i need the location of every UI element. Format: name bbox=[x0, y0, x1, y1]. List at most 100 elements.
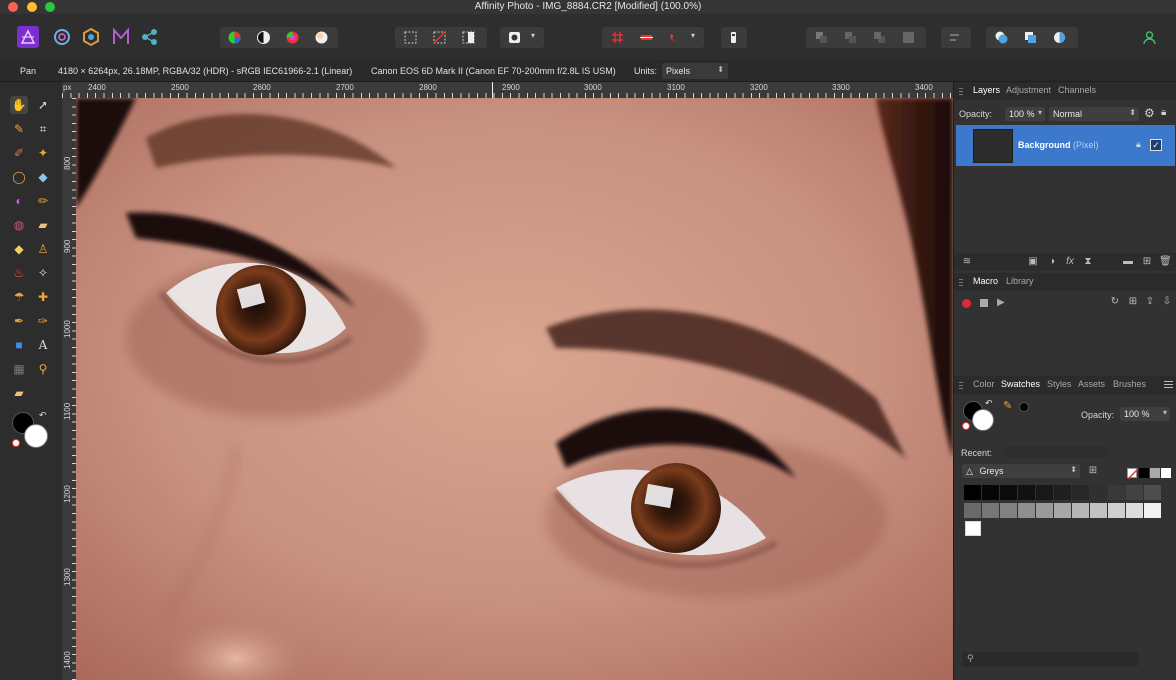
pen-tool-icon[interactable]: ✑ bbox=[34, 312, 52, 330]
grey-swatch[interactable] bbox=[1054, 485, 1071, 500]
swatch-swap-icon[interactable]: ↶ bbox=[985, 398, 993, 409]
subtract-shape-icon[interactable] bbox=[1023, 30, 1038, 45]
erase-brush-tool-icon[interactable]: ▰ bbox=[34, 216, 52, 234]
layer-opacity-field[interactable]: 100 % ▾ bbox=[1005, 107, 1045, 121]
crop-tool-icon[interactable]: ⌗ bbox=[34, 120, 52, 138]
grey-swatch[interactable] bbox=[1090, 485, 1107, 500]
snapping-dropdown-icon[interactable]: ▾ bbox=[691, 31, 695, 40]
tone-mapping-persona-icon[interactable] bbox=[110, 26, 132, 48]
tab-macro[interactable]: Macro bbox=[973, 276, 998, 286]
clear-macro-icon[interactable]: ↻ bbox=[1109, 296, 1121, 308]
freehand-selection-tool-icon[interactable]: ◯ bbox=[10, 168, 28, 186]
layer-stack-icon[interactable]: ≋ bbox=[961, 256, 973, 268]
export-persona-icon[interactable] bbox=[139, 26, 161, 48]
move-to-front-icon[interactable] bbox=[901, 30, 916, 45]
grey-swatch[interactable] bbox=[1126, 503, 1143, 518]
move-tool-icon[interactable]: ➚ bbox=[34, 96, 52, 114]
swatch-none-icon[interactable] bbox=[962, 422, 970, 430]
black-swatch[interactable] bbox=[1139, 468, 1149, 478]
grey-swatch[interactable] bbox=[1144, 485, 1161, 500]
red-eye-tool-icon[interactable]: ✒ bbox=[10, 312, 28, 330]
live-filter-icon[interactable]: ⧗ bbox=[1082, 256, 1094, 268]
stop-macro-icon[interactable] bbox=[980, 299, 988, 307]
grey-swatch[interactable] bbox=[1054, 503, 1071, 518]
select-all-icon[interactable] bbox=[403, 30, 418, 45]
color-picker-tool-icon[interactable]: ✎ bbox=[10, 120, 28, 138]
flood-fill-tool-icon[interactable]: ◆ bbox=[34, 168, 52, 186]
move-back-one-icon[interactable] bbox=[843, 30, 858, 45]
import-macro-icon[interactable]: ⇩ bbox=[1161, 296, 1173, 308]
move-to-back-icon[interactable] bbox=[814, 30, 829, 45]
align-icon[interactable] bbox=[948, 30, 963, 45]
grey-swatch[interactable] bbox=[1072, 503, 1089, 518]
trash-icon[interactable]: 🗑︎ bbox=[1159, 256, 1172, 268]
swatch-secondary-color[interactable] bbox=[972, 409, 994, 431]
grey-swatch[interactable] bbox=[1090, 503, 1107, 518]
grey-swatch[interactable] bbox=[964, 485, 981, 500]
grey-swatch[interactable] bbox=[1000, 503, 1017, 518]
tab-swatches[interactable]: Swatches bbox=[1001, 379, 1040, 389]
move-forward-one-icon[interactable] bbox=[872, 30, 887, 45]
tab-styles[interactable]: Styles bbox=[1047, 379, 1072, 389]
grey-swatch[interactable] bbox=[964, 503, 981, 518]
text-tool-icon[interactable]: A bbox=[34, 336, 52, 354]
layer-row-background[interactable]: Background (Pixel) 🔒︎ ✓ bbox=[956, 125, 1175, 166]
vertical-ruler[interactable]: 800 900 1000 1100 1200 1300 1400 bbox=[62, 98, 76, 680]
tab-color[interactable]: Color bbox=[973, 379, 995, 389]
healing-brush-tool-icon[interactable]: ✚ bbox=[34, 288, 52, 306]
pan-tool-icon[interactable]: ✋ bbox=[10, 96, 28, 114]
paint-brush-tool-icon[interactable]: ✏ bbox=[34, 192, 52, 210]
grey-swatch[interactable] bbox=[1018, 503, 1035, 518]
develop-persona-icon[interactable] bbox=[80, 26, 102, 48]
mask-layer-icon[interactable]: ▣ bbox=[1027, 256, 1039, 268]
white-swatch[interactable] bbox=[1161, 468, 1171, 478]
tab-channels[interactable]: Channels bbox=[1058, 85, 1096, 95]
patch-tool-icon[interactable]: ▰ bbox=[10, 384, 28, 402]
inpainting-brush-tool-icon[interactable]: ☂ bbox=[10, 288, 28, 306]
secondary-color-swatch[interactable] bbox=[24, 424, 48, 448]
layer-lock-icon[interactable]: 🔒︎ bbox=[1136, 139, 1141, 150]
liquify-persona-icon[interactable] bbox=[51, 26, 73, 48]
recent-white-swatch[interactable] bbox=[965, 521, 981, 536]
gradient-tool-icon[interactable]: ◐ bbox=[10, 192, 28, 210]
selection-brush-tool-icon[interactable]: ✐ bbox=[10, 144, 28, 162]
tab-assets[interactable]: Assets bbox=[1078, 379, 1105, 389]
tab-library[interactable]: Library bbox=[1006, 276, 1034, 286]
swap-colors-icon[interactable]: ↶ bbox=[39, 410, 47, 421]
adjustment-layer-icon[interactable]: ◑ bbox=[1046, 256, 1058, 268]
grey-swatch[interactable] bbox=[1036, 503, 1053, 518]
zoom-tool-icon[interactable]: ⚲ bbox=[34, 360, 52, 378]
add-pixel-layer-icon[interactable]: ⊞ bbox=[1141, 256, 1153, 268]
play-macro-icon[interactable]: ▶ bbox=[997, 297, 1005, 308]
grey-swatch[interactable] bbox=[1144, 503, 1161, 518]
snapping-magnet-icon[interactable] bbox=[668, 30, 683, 45]
grey-swatch[interactable] bbox=[1126, 485, 1143, 500]
palette-select[interactable]: △ Greys ⬍ bbox=[962, 464, 1080, 478]
photo-persona-icon[interactable] bbox=[17, 26, 39, 48]
invert-selection-icon[interactable] bbox=[461, 30, 476, 45]
quick-mask-icon[interactable] bbox=[507, 30, 522, 45]
swatch-search-input[interactable]: ⚲ bbox=[962, 652, 1138, 667]
swatch-opacity-field[interactable]: 100 % ▾ bbox=[1120, 407, 1170, 421]
assistant-icon[interactable] bbox=[726, 30, 741, 45]
gear-icon[interactable]: ⚙ bbox=[1144, 106, 1155, 120]
grey-swatch[interactable] bbox=[982, 485, 999, 500]
clone-brush-tool-icon[interactable]: ♙ bbox=[34, 240, 52, 258]
grey-swatch[interactable] bbox=[982, 503, 999, 518]
add-to-library-icon[interactable]: ⊞ bbox=[1127, 296, 1139, 308]
grey-swatch[interactable] bbox=[1018, 485, 1035, 500]
horizontal-ruler[interactable]: px 2400 2500 2600 2700 2800 2900 3000 31… bbox=[62, 82, 953, 98]
auto-white-balance-icon[interactable] bbox=[314, 30, 329, 45]
mesh-warp-tool-icon[interactable]: ▦ bbox=[10, 360, 28, 378]
dodge-brush-tool-icon[interactable]: ◆ bbox=[10, 240, 28, 258]
grey-swatch[interactable] bbox=[1108, 503, 1125, 518]
color-replacement-tool-icon[interactable]: ◍ bbox=[10, 216, 28, 234]
group-layers-icon[interactable]: ▬ bbox=[1122, 256, 1134, 268]
export-macro-icon[interactable]: ⇪ bbox=[1144, 296, 1156, 308]
grey-swatch[interactable] bbox=[1000, 485, 1017, 500]
tab-layers[interactable]: Layers bbox=[973, 85, 1000, 95]
auto-contrast-icon[interactable] bbox=[256, 30, 271, 45]
align-snap-icon[interactable] bbox=[639, 30, 654, 45]
blur-brush-tool-icon[interactable]: ♨ bbox=[10, 264, 28, 282]
panel-grip-icon[interactable] bbox=[959, 277, 963, 286]
